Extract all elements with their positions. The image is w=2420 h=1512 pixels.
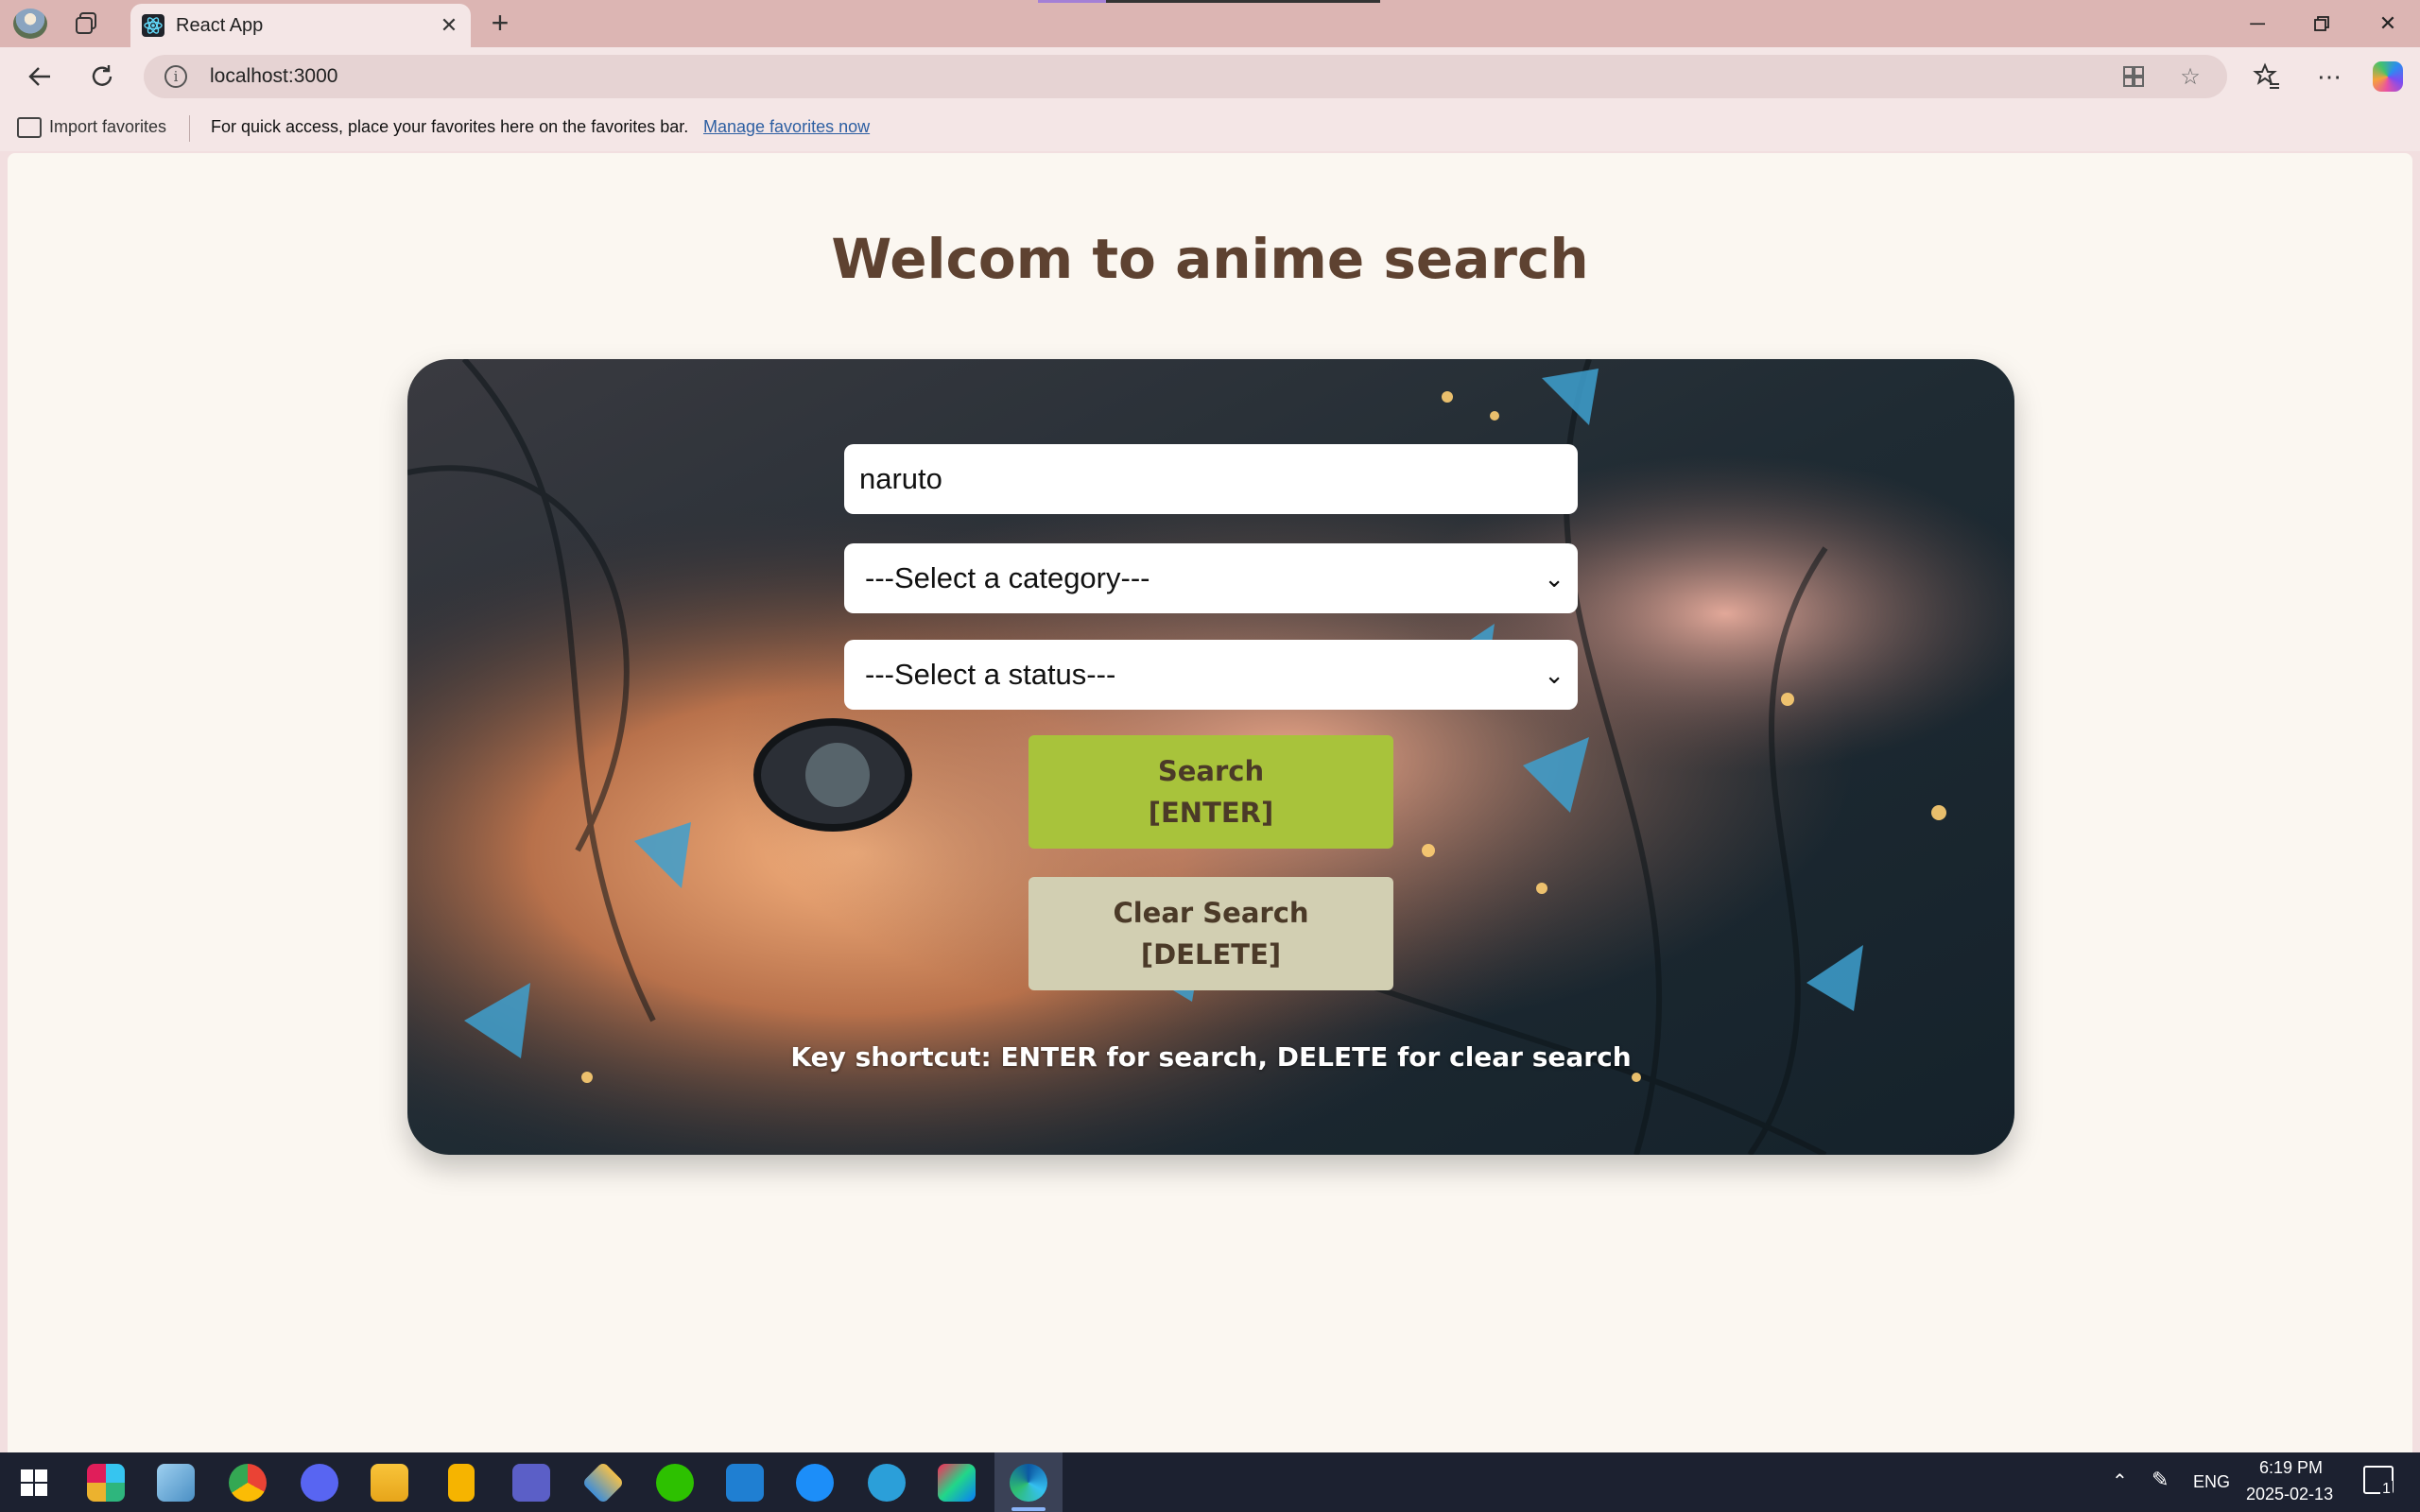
search-button-shortcut: [ENTER] <box>1148 797 1274 829</box>
category-select-value: ---Select a category--- <box>865 561 1150 594</box>
close-window-button[interactable]: ✕ <box>2369 8 2407 40</box>
chevron-down-icon: ⌄ <box>1544 564 1564 593</box>
favorites-bar-message: For quick access, place your favorites h… <box>211 117 689 136</box>
intellij-icon[interactable] <box>938 1464 976 1502</box>
app-available-icon[interactable] <box>2119 64 2148 91</box>
notes-icon[interactable] <box>868 1464 906 1502</box>
import-favorites-button[interactable]: Import favorites <box>49 117 166 137</box>
more-options-icon[interactable]: ⋯ <box>2310 59 2348 94</box>
status-select-value: ---Select a status--- <box>865 658 1116 691</box>
new-tab-button[interactable]: + <box>484 8 516 40</box>
start-icon[interactable] <box>15 1464 53 1502</box>
page-title: Welcom to anime search <box>831 227 1589 291</box>
url-text[interactable]: localhost:3000 <box>210 65 337 88</box>
favorites-bar: Import favorites For quick access, place… <box>0 106 2420 151</box>
vscode-icon[interactable] <box>726 1464 764 1502</box>
chevron-up-icon[interactable]: ⌃ <box>2112 1469 2128 1493</box>
teams-icon[interactable] <box>512 1464 550 1502</box>
tab-react-app[interactable]: React App ✕ <box>130 4 471 47</box>
back-arrow-icon[interactable] <box>21 59 59 94</box>
clear-button-label: Clear Search <box>1113 897 1309 929</box>
favorites-icon[interactable] <box>2248 59 2286 94</box>
page-content: Welcom to anime search naruto ---Select … <box>8 153 2412 1452</box>
chrome-icon[interactable] <box>229 1464 267 1502</box>
pen-icon[interactable]: ✎ <box>2152 1468 2169 1492</box>
restore-button[interactable] <box>2303 8 2341 40</box>
import-favorites-icon[interactable] <box>17 117 42 138</box>
minimize-button[interactable]: ─ <box>2238 8 2276 40</box>
file-explorer-icon[interactable] <box>371 1464 408 1502</box>
manage-favorites-link[interactable]: Manage favorites now <box>703 117 870 137</box>
add-favorite-star-icon[interactable]: ☆ <box>2176 64 2204 91</box>
address-bar[interactable]: i localhost:3000 ☆ <box>144 55 2227 98</box>
site-info-icon[interactable]: i <box>164 65 187 88</box>
clock-time[interactable]: 6:19 PM <box>2259 1458 2323 1478</box>
close-tab-icon[interactable]: ✕ <box>437 13 461 38</box>
chevron-down-icon: ⌄ <box>1544 661 1564 689</box>
favorites-divider <box>189 115 190 142</box>
clock-date[interactable]: 2025-02-13 <box>2246 1485 2333 1504</box>
tab-actions-icon[interactable] <box>74 10 100 37</box>
refresh-icon[interactable] <box>83 59 121 94</box>
slack-icon[interactable] <box>87 1464 125 1502</box>
taskbar: ⌃ ✎ ENG 6:19 PM 2025-02-13 1 <box>0 1452 2420 1512</box>
clear-button-shortcut: [DELETE] <box>1140 938 1282 971</box>
browser-title-bar: React App ✕ + ─ ✕ <box>0 0 2420 47</box>
notification-count: 1 <box>2380 1481 2393 1498</box>
profile-avatar[interactable] <box>13 9 47 39</box>
title-bar-indicator <box>1106 0 1380 3</box>
search-button-label: Search <box>1157 755 1265 787</box>
search-input[interactable] <box>844 444 1578 514</box>
active-app-indicator <box>1011 1507 1046 1511</box>
search-button[interactable]: Search [ENTER] <box>1028 735 1393 849</box>
clear-search-button[interactable]: Clear Search [DELETE] <box>1028 877 1393 990</box>
copilot-icon[interactable] <box>2373 61 2403 92</box>
keep-icon[interactable] <box>448 1464 475 1502</box>
tab-title: React App <box>176 15 264 36</box>
title-bar-indicator <box>1038 0 1106 3</box>
app-store-icon[interactable] <box>796 1464 834 1502</box>
sourcetree-icon[interactable] <box>581 1461 625 1504</box>
language-indicator[interactable]: ENG <box>2193 1472 2230 1492</box>
notepad-icon[interactable] <box>157 1464 195 1502</box>
discord-icon[interactable] <box>301 1464 338 1502</box>
react-favicon-icon <box>142 14 164 37</box>
edge-icon[interactable] <box>1010 1464 1047 1502</box>
wechat-icon[interactable] <box>656 1464 694 1502</box>
search-card: ---Select a category--- ⌄ ---Select a st… <box>407 359 2014 1155</box>
shortcut-hint: Key shortcut: ENTER for search, DELETE f… <box>790 1041 1632 1073</box>
status-select[interactable]: ---Select a status--- ⌄ <box>844 640 1578 710</box>
category-select[interactable]: ---Select a category--- ⌄ <box>844 543 1578 613</box>
navigation-bar: i localhost:3000 ☆ ⋯ <box>0 47 2420 106</box>
